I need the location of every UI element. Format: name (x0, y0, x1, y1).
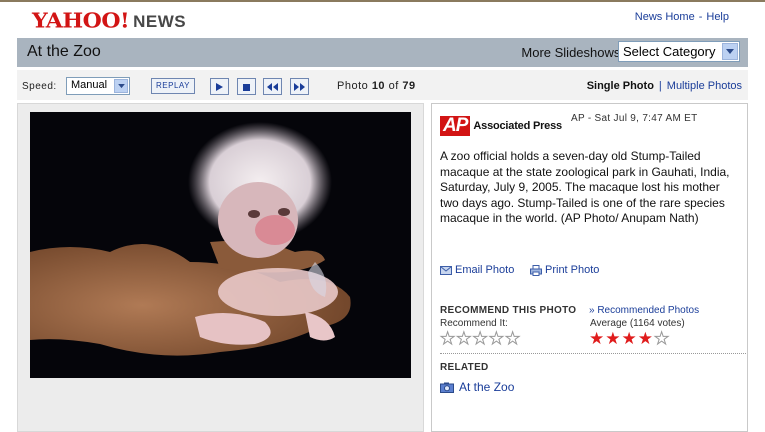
yahoo-news-logo[interactable]: YAHOO! NEWS (32, 8, 186, 34)
section-divider (440, 353, 746, 354)
stop-button[interactable] (237, 78, 256, 95)
help-link[interactable]: Help (706, 11, 729, 23)
star-empty-icon[interactable]: ★ (472, 330, 488, 348)
speed-label: Speed: (22, 81, 57, 92)
play-button[interactable] (210, 78, 229, 95)
page-title: At the Zoo (27, 43, 101, 60)
envelope-icon (440, 265, 452, 275)
news-wordmark: NEWS (133, 12, 187, 31)
replay-button[interactable]: REPLAY (151, 78, 195, 94)
slideshow-controls: Speed: Manual REPLAY Photo 10 of 79 Sing… (17, 70, 748, 100)
photo-panel (17, 103, 424, 432)
rewind-icon (267, 78, 278, 96)
photo-current-number: 10 (371, 80, 386, 92)
speed-select[interactable]: Manual (66, 77, 130, 95)
fast-forward-icon (294, 78, 305, 96)
photo-caption: A zoo official holds a seven-day old Stu… (440, 149, 730, 225)
related-item-label: At the Zoo (459, 380, 515, 394)
chevron-down-icon[interactable] (114, 79, 128, 93)
star-empty-icon[interactable]: ★ (504, 330, 520, 348)
email-photo-label: Email Photo (455, 264, 515, 276)
single-photo-view: Single Photo (586, 80, 654, 92)
speed-select-value: Manual (71, 79, 108, 91)
ap-logo-mark: AP (440, 116, 471, 136)
previous-button[interactable] (263, 78, 282, 95)
next-button[interactable] (290, 78, 309, 95)
recommend-it-label: Recommend It: (440, 318, 508, 329)
star-empty-icon[interactable]: ★ (456, 330, 472, 348)
email-photo-link[interactable]: Email Photo (440, 264, 514, 276)
slideshow-photo[interactable] (30, 112, 411, 378)
category-select[interactable]: Select Category (618, 41, 740, 62)
top-rule (0, 0, 765, 2)
photo-dateline: AP - Sat Jul 9, 7:47 AM ET (571, 113, 698, 124)
view-mode-links: Single Photo | Multiple Photos (587, 80, 742, 92)
news-home-link[interactable]: News Home (635, 11, 695, 23)
print-photo-label: Print Photo (545, 264, 600, 276)
related-heading: RELATED (440, 362, 489, 373)
recommended-photos-link[interactable]: » Recommended Photos (589, 305, 699, 316)
chevron-down-icon[interactable] (722, 43, 738, 60)
related-slideshow-link[interactable]: At the Zoo (440, 380, 514, 394)
category-select-value: Select Category (623, 44, 716, 59)
star-empty-icon[interactable]: ★ (439, 330, 455, 348)
average-star-rating: ★ ★ ★ ★ ★ (589, 329, 670, 348)
photo-counter-of: of (388, 80, 399, 92)
view-links-separator: | (658, 80, 662, 92)
associated-press-logo: AP Associated Press (440, 116, 562, 136)
print-photo-link[interactable]: Print Photo (530, 264, 599, 276)
photo-counter-prefix: Photo (337, 80, 369, 92)
multiple-photos-link[interactable]: Multiple Photos (667, 80, 742, 92)
star-filled-icon: ★ (605, 329, 621, 348)
camera-icon (440, 382, 454, 393)
average-votes-label: Average (1164 votes) (590, 318, 685, 329)
top-links: News Home - Help (635, 11, 729, 23)
top-links-separator: - (698, 11, 703, 23)
star-empty-icon[interactable]: ★ (488, 330, 504, 348)
photo-info-panel: AP Associated Press AP - Sat Jul 9, 7:47… (431, 103, 748, 432)
star-filled-icon: ★ (589, 329, 605, 348)
printer-icon (530, 264, 542, 276)
ap-logo-name: Associated Press (473, 120, 562, 132)
photo-counter: Photo 10 of 79 (337, 80, 416, 92)
play-icon (216, 78, 223, 96)
star-empty-icon: ★ (653, 329, 670, 348)
recommend-heading: RECOMMEND THIS PHOTO (440, 305, 577, 316)
yahoo-wordmark: YAHOO! (32, 9, 130, 33)
star-filled-icon: ★ (621, 329, 637, 348)
recommend-star-rating[interactable]: ★ ★ ★ ★ ★ (439, 330, 521, 348)
photo-total-number: 79 (402, 80, 416, 92)
stop-icon (243, 78, 250, 96)
star-filled-icon: ★ (637, 329, 653, 348)
more-slideshows-label: More Slideshows: (521, 45, 624, 60)
title-bar: At the Zoo More Slideshows: Select Categ… (17, 38, 748, 67)
